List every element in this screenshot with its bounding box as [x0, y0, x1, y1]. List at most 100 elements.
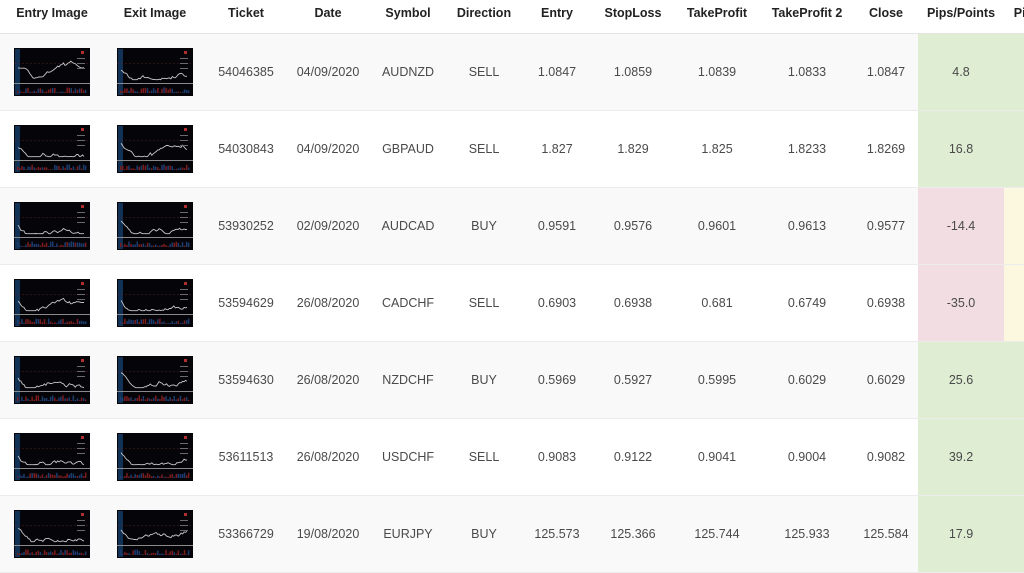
- table-row[interactable]: 53594629 26/08/2020 CADCHF SELL 0.6903 0.6938…: [0, 264, 1024, 342]
- cell-takeprofit: 0.681: [674, 264, 760, 342]
- cell-direction: SELL: [446, 264, 522, 342]
- cell-takeprofit-2: 0.6749: [760, 264, 854, 342]
- cell-stoploss: 0.9122: [592, 418, 674, 496]
- exit-image-cell[interactable]: [104, 110, 206, 188]
- column-header-pips-points[interactable]: Pips/Points: [918, 0, 1004, 34]
- cell-entry: 0.5969: [522, 341, 592, 419]
- cell-stoploss: 125.366: [592, 495, 674, 573]
- cell-entry: 125.573: [522, 495, 592, 573]
- cell-takeprofit: 0.9041: [674, 418, 760, 496]
- cell-stoploss: 0.6938: [592, 264, 674, 342]
- exit-image-cell[interactable]: [104, 495, 206, 573]
- column-header-entry[interactable]: Entry: [522, 0, 592, 34]
- column-header-entry-image[interactable]: Entry Image: [0, 0, 104, 34]
- cell-entry: 0.9083: [522, 418, 592, 496]
- column-header-stoploss[interactable]: StopLoss: [592, 0, 674, 34]
- column-header-close[interactable]: Close: [854, 0, 918, 34]
- trade-chart-thumbnail-icon[interactable]: [117, 48, 193, 96]
- entry-image-cell[interactable]: [0, 264, 104, 342]
- cell-date: 26/08/2020: [286, 264, 370, 342]
- trade-chart-thumbnail-icon[interactable]: [117, 125, 193, 173]
- trade-chart-thumbnail-icon[interactable]: [117, 356, 193, 404]
- entry-image-cell[interactable]: [0, 418, 104, 496]
- trade-chart-thumbnail-icon[interactable]: [14, 356, 90, 404]
- cell-entry: 0.9591: [522, 187, 592, 265]
- cell-symbol: GBPAUD: [370, 110, 446, 188]
- cell-takeprofit: 125.744: [674, 495, 760, 573]
- entry-image-cell[interactable]: [0, 495, 104, 573]
- trade-chart-thumbnail-icon[interactable]: [14, 202, 90, 250]
- cell-ticket: 53366729: [206, 495, 286, 573]
- exit-image-cell[interactable]: [104, 187, 206, 265]
- cell-symbol: NZDCHF: [370, 341, 446, 419]
- cell-symbol: AUDCAD: [370, 187, 446, 265]
- cell-direction: SELL: [446, 110, 522, 188]
- cell-date: 04/09/2020: [286, 110, 370, 188]
- column-header-direction[interactable]: Direction: [446, 0, 522, 34]
- table-row[interactable]: 54030843 04/09/2020 GBPAUD SELL 1.827 1.829 1.…: [0, 110, 1024, 188]
- cell-pips-points-2: 0.0: [1004, 187, 1024, 265]
- trade-chart-thumbnail-icon[interactable]: [14, 433, 90, 481]
- trade-chart-thumbnail-icon[interactable]: [117, 510, 193, 558]
- trade-chart-thumbnail-icon[interactable]: [117, 433, 193, 481]
- cell-close: 0.6029: [854, 341, 918, 419]
- cell-pips-points: -14.4: [918, 187, 1004, 265]
- cell-stoploss: 1.0859: [592, 33, 674, 111]
- exit-image-cell[interactable]: [104, 341, 206, 419]
- cell-stoploss: 0.5927: [592, 341, 674, 419]
- cell-entry: 1.0847: [522, 33, 592, 111]
- cell-pips-points: 4.8: [918, 33, 1004, 111]
- table-row[interactable]: 53930252 02/09/2020 AUDCAD BUY 0.9591 0.9576 0…: [0, 187, 1024, 265]
- cell-takeprofit-2: 0.9004: [760, 418, 854, 496]
- column-header-pips-points-2[interactable]: Pips/Points 2: [1004, 0, 1024, 34]
- cell-takeprofit: 1.0839: [674, 33, 760, 111]
- column-header-exit-image[interactable]: Exit Image: [104, 0, 206, 34]
- table-row[interactable]: 54046385 04/09/2020 AUDNZD SELL 1.0847 1.0859…: [0, 33, 1024, 111]
- cell-ticket: 53930252: [206, 187, 286, 265]
- column-header-takeprofit-2[interactable]: TakeProfit 2: [760, 0, 854, 34]
- cell-takeprofit-2: 0.6029: [760, 341, 854, 419]
- exit-image-cell[interactable]: [104, 264, 206, 342]
- cell-pips-points-2: 0.8: [1004, 33, 1024, 111]
- cell-symbol: AUDNZD: [370, 33, 446, 111]
- exit-image-cell[interactable]: [104, 33, 206, 111]
- cell-date: 02/09/2020: [286, 187, 370, 265]
- column-header-takeprofit[interactable]: TakeProfit: [674, 0, 760, 34]
- cell-takeprofit: 0.9601: [674, 187, 760, 265]
- exit-image-cell[interactable]: [104, 418, 206, 496]
- cell-close: 125.584: [854, 495, 918, 573]
- entry-image-cell[interactable]: [0, 341, 104, 419]
- cell-takeprofit-2: 1.8233: [760, 110, 854, 188]
- trade-chart-thumbnail-icon[interactable]: [14, 279, 90, 327]
- table-row[interactable]: 53594630 26/08/2020 NZDCHF BUY 0.5969 0.5927 0…: [0, 341, 1024, 419]
- cell-close: 0.9082: [854, 418, 918, 496]
- trade-chart-thumbnail-icon[interactable]: [117, 279, 193, 327]
- entry-image-cell[interactable]: [0, 187, 104, 265]
- trade-chart-thumbnail-icon[interactable]: [14, 510, 90, 558]
- table-row[interactable]: 53366729 19/08/2020 EURJPY BUY 125.573 125.36…: [0, 495, 1024, 573]
- cell-entry: 1.827: [522, 110, 592, 188]
- trade-chart-thumbnail-icon[interactable]: [14, 48, 90, 96]
- cell-symbol: CADCHF: [370, 264, 446, 342]
- cell-direction: BUY: [446, 341, 522, 419]
- cell-takeprofit-2: 0.9613: [760, 187, 854, 265]
- cell-close: 0.6938: [854, 264, 918, 342]
- cell-takeprofit-2: 125.933: [760, 495, 854, 573]
- cell-close: 1.8269: [854, 110, 918, 188]
- column-header-ticket[interactable]: Ticket: [206, 0, 286, 34]
- entry-image-cell[interactable]: [0, 110, 104, 188]
- cell-pips-points: 25.6: [918, 341, 1004, 419]
- column-header-date[interactable]: Date: [286, 0, 370, 34]
- cell-takeprofit-2: 1.0833: [760, 33, 854, 111]
- entry-image-cell[interactable]: [0, 33, 104, 111]
- cell-entry: 0.6903: [522, 264, 592, 342]
- cell-stoploss: 1.829: [592, 110, 674, 188]
- column-header-symbol[interactable]: Symbol: [370, 0, 446, 34]
- cell-pips-points: 39.2: [918, 418, 1004, 496]
- trade-chart-thumbnail-icon[interactable]: [14, 125, 90, 173]
- cell-date: 04/09/2020: [286, 33, 370, 111]
- table-row[interactable]: 53611513 26/08/2020 USDCHF SELL 0.9083 0.9122…: [0, 418, 1024, 496]
- cell-pips-points: 16.8: [918, 110, 1004, 188]
- trade-chart-thumbnail-icon[interactable]: [117, 202, 193, 250]
- cell-symbol: USDCHF: [370, 418, 446, 496]
